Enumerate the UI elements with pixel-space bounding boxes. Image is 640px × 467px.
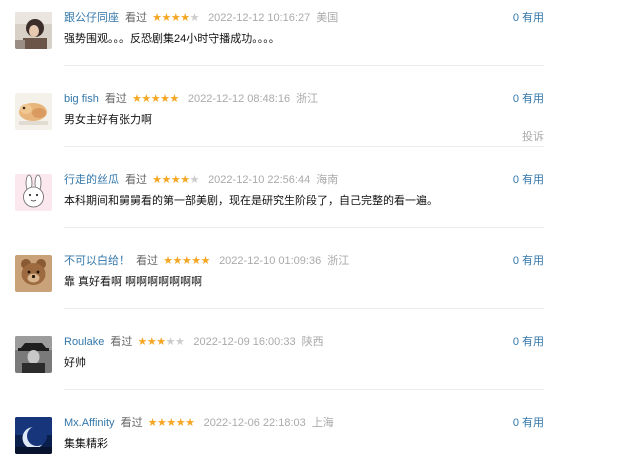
- comment-item: 不可以白给！ 看过 ★★★★★ 2022-12-10 01:09:36 浙江 0…: [0, 243, 640, 324]
- comment-location: 浙江: [296, 93, 319, 105]
- comment-meta: 跟公仔同座 看过 ★★★★★ 2022-12-12 10:16:27 美国: [64, 11, 338, 25]
- watch-status: 看过: [120, 417, 143, 429]
- comment-meta: 行走的丝瓜 看过 ★★★★★ 2022-12-10 22:56:44 海南: [64, 173, 338, 187]
- divider: [64, 389, 544, 390]
- comment-item: Roulake 看过 ★★★★★ 2022-12-09 16:00:33 陕西 …: [0, 324, 640, 405]
- star-icon: ★: [147, 417, 158, 429]
- avatar[interactable]: [15, 93, 52, 130]
- comment-text: 强势围观。。。反恐剧集24小时守播成功。。。。: [64, 33, 280, 45]
- star-icon: ★: [161, 12, 172, 24]
- avatar[interactable]: [15, 417, 52, 454]
- watch-status: 看过: [110, 336, 133, 348]
- comment-item: Mx.Affinity 看过 ★★★★★ 2022-12-06 22:18:03…: [0, 405, 640, 467]
- watch-status: 看过: [136, 255, 159, 267]
- avatar[interactable]: [15, 12, 52, 49]
- watch-status: 看过: [125, 174, 148, 186]
- comment-location: 陕西: [301, 336, 324, 348]
- divider: [64, 227, 544, 228]
- star-icon: ★: [131, 93, 142, 105]
- star-icon: ★: [170, 174, 181, 186]
- comment-text: 靠 真好看啊 啊啊啊啊啊啊啊: [64, 276, 203, 288]
- star-icon: ★: [150, 93, 161, 105]
- divider: [64, 308, 544, 309]
- avatar[interactable]: [15, 336, 52, 373]
- useful-vote-button[interactable]: 0 有用: [513, 254, 544, 268]
- star-icon: ★: [137, 336, 147, 348]
- comment-item: 行走的丝瓜 看过 ★★★★★ 2022-12-10 22:56:44 海南 0 …: [0, 162, 640, 243]
- star-icon: ★: [191, 255, 201, 267]
- comment-meta: big fish 看过 ★★★★★ 2022-12-12 08:48:16 浙江: [64, 92, 318, 106]
- useful-vote-button[interactable]: 0 有用: [513, 92, 544, 106]
- username-link[interactable]: Mx.Affinity: [64, 417, 115, 429]
- star-icon: ★: [152, 12, 162, 24]
- useful-vote-button[interactable]: 0 有用: [513, 416, 544, 430]
- comment-text: 集集精彩: [64, 438, 108, 450]
- comment-time: 2022-12-09 16:00:33: [193, 336, 296, 348]
- star-icon: ★: [141, 93, 151, 105]
- rating-stars: ★★★★★: [163, 254, 210, 268]
- comment-time: 2022-12-12 10:16:27: [208, 12, 311, 24]
- divider: [64, 65, 544, 66]
- comment-time: 2022-12-10 22:56:44: [208, 174, 311, 186]
- useful-vote-button[interactable]: 0 有用: [513, 173, 544, 187]
- avatar[interactable]: [15, 255, 52, 292]
- comment-location: 海南: [316, 174, 339, 186]
- comment-location: 美国: [316, 12, 339, 24]
- username-link[interactable]: Roulake: [64, 336, 104, 348]
- comment-list: 跟公仔同座 看过 ★★★★★ 2022-12-12 10:16:27 美国 0 …: [0, 0, 640, 467]
- useful-vote-button[interactable]: 0 有用: [513, 11, 544, 25]
- rating-stars: ★★★★★: [152, 11, 199, 25]
- star-icon: ★: [185, 417, 195, 429]
- star-icon: ★: [163, 255, 173, 267]
- comment-text: 好帅: [64, 357, 86, 369]
- star-icon: ★: [180, 12, 190, 24]
- star-icon: ★: [146, 336, 157, 348]
- watch-status: 看过: [104, 93, 127, 105]
- star-empty-icon: ★: [174, 336, 185, 348]
- comment-item: 跟公仔同座 看过 ★★★★★ 2022-12-12 10:16:27 美国 0 …: [0, 0, 640, 81]
- comment-location: 上海: [311, 417, 334, 429]
- watch-status: 看过: [125, 12, 148, 24]
- star-empty-icon: ★: [189, 174, 200, 186]
- star-icon: ★: [181, 255, 192, 267]
- star-icon: ★: [156, 336, 166, 348]
- avatar[interactable]: [15, 174, 52, 211]
- rating-stars: ★★★★★: [132, 92, 179, 106]
- username-link[interactable]: 行走的丝瓜: [64, 174, 119, 186]
- comment-meta: 不可以白给！ 看过 ★★★★★ 2022-12-10 01:09:36 浙江: [64, 254, 349, 268]
- comment-location: 浙江: [327, 255, 350, 267]
- star-icon: ★: [170, 12, 181, 24]
- star-icon: ★: [180, 174, 190, 186]
- username-link[interactable]: 跟公仔同座: [64, 12, 119, 24]
- comment-text: 男女主好有张力啊: [64, 114, 152, 126]
- rating-stars: ★★★★★: [152, 173, 199, 187]
- comment-meta: Roulake 看过 ★★★★★ 2022-12-09 16:00:33 陕西: [64, 335, 324, 349]
- star-icon: ★: [152, 174, 162, 186]
- rating-stars: ★★★★★: [148, 416, 195, 430]
- star-empty-icon: ★: [165, 336, 176, 348]
- star-empty-icon: ★: [189, 12, 200, 24]
- comment-text: 本科期间和舅舅看的第一部美剧，现在是研究生阶段了，自己完整的看一遍。: [64, 195, 438, 207]
- comment-time: 2022-12-10 01:09:36: [219, 255, 322, 267]
- report-link[interactable]: 投诉: [522, 130, 544, 144]
- star-icon: ★: [166, 417, 176, 429]
- username-link[interactable]: big fish: [64, 93, 99, 105]
- comment-time: 2022-12-12 08:48:16: [187, 93, 291, 105]
- star-icon: ★: [175, 417, 186, 429]
- comment-time: 2022-12-06 22:18:03: [203, 417, 306, 429]
- star-icon: ★: [172, 255, 183, 267]
- star-icon: ★: [169, 93, 179, 105]
- useful-vote-button[interactable]: 0 有用: [513, 335, 544, 349]
- star-icon: ★: [200, 255, 211, 267]
- comment-item: big fish 看过 ★★★★★ 2022-12-12 08:48:16 浙江…: [0, 81, 640, 162]
- star-icon: ★: [157, 417, 167, 429]
- rating-stars: ★★★★★: [137, 335, 184, 349]
- star-icon: ★: [161, 174, 172, 186]
- username-link[interactable]: 不可以白给！: [64, 255, 130, 267]
- divider: [64, 146, 544, 147]
- comment-meta: Mx.Affinity 看过 ★★★★★ 2022-12-06 22:18:03…: [64, 416, 334, 430]
